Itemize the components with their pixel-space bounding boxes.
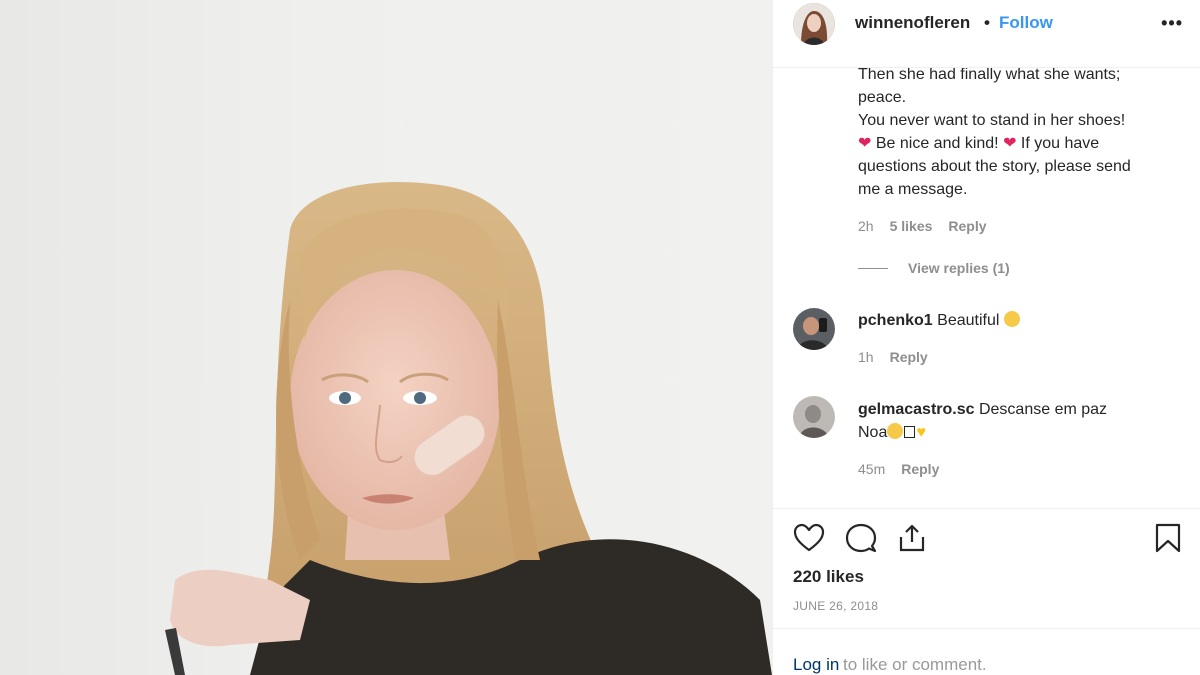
- angel-emoji-icon: [887, 423, 904, 439]
- more-options-icon[interactable]: •••: [1161, 13, 1183, 34]
- comment-text: Beautiful: [937, 312, 1000, 329]
- yellow-heart-emoji-icon: ♥: [916, 424, 926, 441]
- post-photo: [0, 0, 772, 675]
- header-username[interactable]: winnenofleren: [855, 13, 970, 33]
- comment-text: Descanse em paz: [978, 401, 1108, 418]
- view-replies-label: View replies (1): [908, 260, 1010, 276]
- login-prompt: Log in to like or comment.: [773, 628, 1200, 675]
- reply-button[interactable]: Reply: [948, 218, 986, 234]
- comment-fragment: If you have: [1020, 135, 1100, 152]
- comment-likes[interactable]: 5 likes: [890, 218, 933, 234]
- comment-time[interactable]: 2h: [858, 218, 874, 234]
- view-replies-button[interactable]: View replies (1): [858, 260, 1010, 276]
- post-date: JUNE 26, 2018: [793, 599, 879, 613]
- follow-button[interactable]: Follow: [999, 13, 1053, 33]
- comment-time[interactable]: 45m: [858, 461, 885, 477]
- comment-line: questions about the story, please send: [858, 158, 1131, 175]
- likes-count[interactable]: 220 likes: [793, 567, 864, 587]
- comment-meta: 1h Reply: [858, 349, 928, 365]
- reply-button[interactable]: Reply: [890, 349, 928, 365]
- heart-eyes-emoji-icon: [1003, 311, 1020, 327]
- heart-icon[interactable]: [793, 523, 825, 558]
- comment-line: peace.: [858, 89, 907, 106]
- share-icon[interactable]: [897, 523, 927, 558]
- comment-fragment: Be nice and kind!: [875, 135, 999, 152]
- login-prompt-text: to like or comment.: [843, 655, 987, 674]
- heart-emoji-icon: ❤: [858, 135, 872, 152]
- comment-body: gelmacastro.sc Descanse em paz Noa ♥: [858, 398, 1188, 444]
- box-glyph-icon: [904, 426, 916, 438]
- bookmark-icon[interactable]: [1155, 523, 1181, 558]
- heart-emoji-icon: ❤: [1003, 135, 1017, 152]
- comment-meta: 2h 5 likes Reply: [858, 218, 987, 234]
- comment-line: Then she had finally what she wants;: [858, 68, 1121, 83]
- comment-time[interactable]: 1h: [858, 349, 874, 365]
- comments-list[interactable]: Then she had finally what she wants; pea…: [773, 68, 1200, 508]
- header-separator: •: [984, 13, 990, 32]
- reply-button[interactable]: Reply: [901, 461, 939, 477]
- post-header: winnenofleren • Follow •••: [773, 0, 1200, 68]
- comment-line: me a message.: [858, 181, 968, 198]
- comment-username[interactable]: gelmacastro.sc: [858, 401, 975, 418]
- avatar[interactable]: [793, 3, 835, 45]
- comment-line: ❤ Be nice and kind! ❤ If you have: [858, 132, 1188, 155]
- post-actions: 220 likes JUNE 26, 2018: [773, 508, 1200, 628]
- comment-icon[interactable]: [845, 523, 877, 558]
- comment-meta: 45m Reply: [858, 461, 939, 477]
- divider: [858, 267, 888, 269]
- comment-body: pchenko1 Beautiful: [858, 309, 1188, 332]
- comment-body: Then she had finally what she wants; pea…: [858, 68, 1188, 201]
- comment-line: You never want to stand in her shoes!: [858, 112, 1126, 129]
- post-sidebar: winnenofleren • Follow ••• Then she had …: [772, 0, 1200, 675]
- comment-line: gelmacastro.sc Descanse em paz: [858, 398, 1188, 421]
- comment-text: Noa: [858, 424, 888, 441]
- avatar[interactable]: [793, 308, 835, 350]
- avatar[interactable]: [793, 396, 835, 438]
- comment-username[interactable]: pchenko1: [858, 312, 933, 329]
- login-link[interactable]: Log in: [793, 655, 839, 675]
- comment-line: Noa ♥: [858, 421, 1188, 444]
